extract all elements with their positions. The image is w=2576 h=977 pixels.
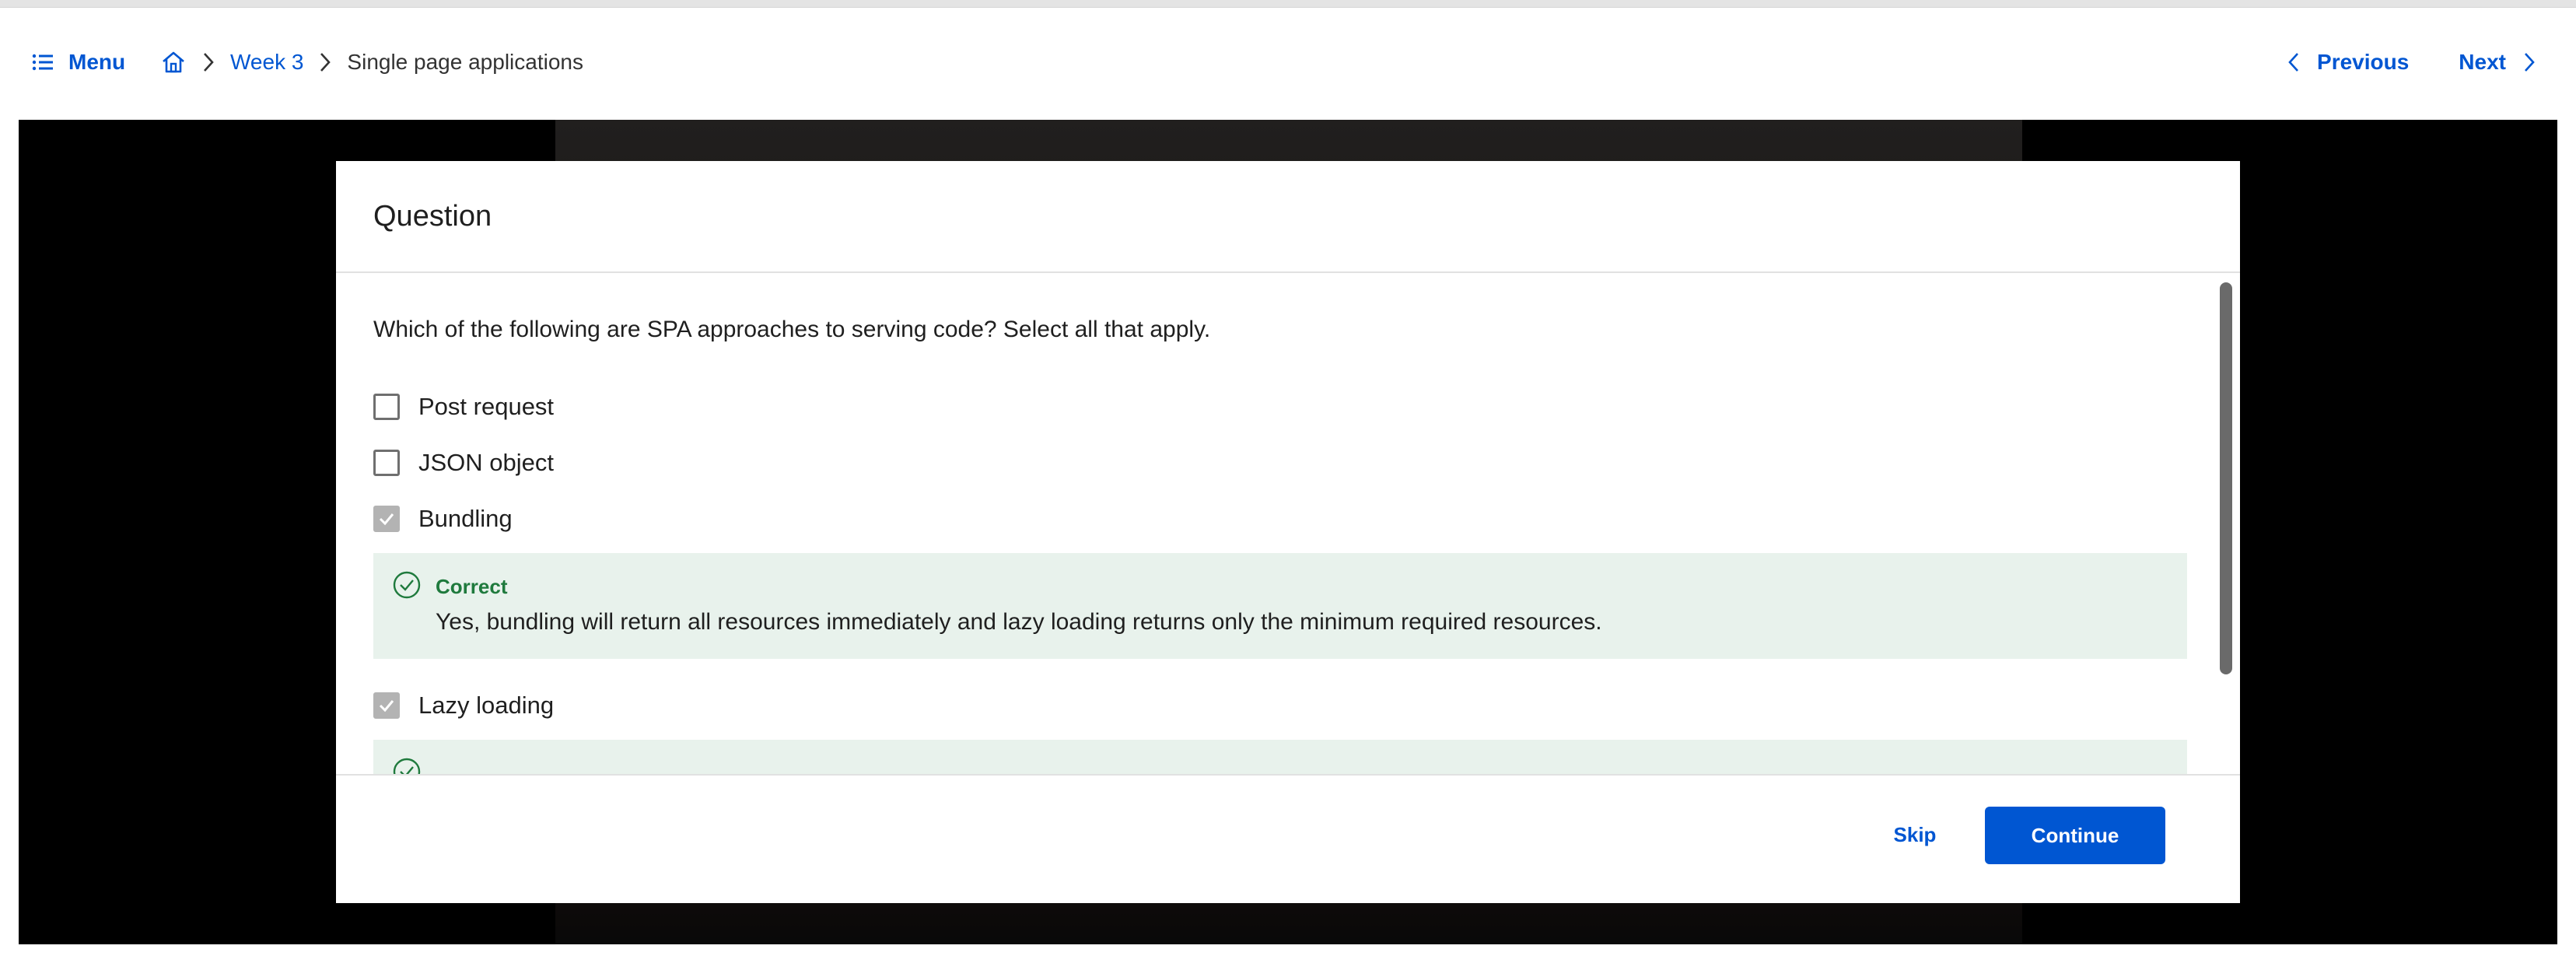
checkbox[interactable] <box>373 394 400 420</box>
option-label: Post request <box>418 393 555 420</box>
feedback-text: Yes, bundling will return all resources … <box>436 609 1602 635</box>
breadcrumb-current: Single page applications <box>347 50 583 74</box>
top-divider <box>0 0 2576 8</box>
checkmark-icon <box>379 513 394 526</box>
continue-button[interactable]: Continue <box>1985 807 2165 864</box>
chevron-right-icon <box>187 51 230 74</box>
checkbox-checked[interactable] <box>373 692 400 719</box>
question-dialog: Question Which of the following are SPA … <box>336 161 2240 903</box>
breadcrumb-week[interactable]: Week 3 <box>230 50 303 75</box>
chevron-left-icon <box>2288 53 2298 72</box>
list-icon <box>32 54 53 71</box>
option-bundling[interactable]: Bundling <box>373 503 513 534</box>
next-button[interactable]: Next <box>2459 50 2537 75</box>
scrollbar[interactable] <box>2220 279 2232 774</box>
option-label: Lazy loading <box>418 692 555 719</box>
next-label: Next <box>2459 50 2506 74</box>
course-topbar: Menu Week 3 Single page applications Pre… <box>0 8 2576 112</box>
previous-button[interactable]: Previous <box>2286 50 2409 75</box>
dialog-footer: Skip Continue <box>336 774 2240 903</box>
menu-label: Menu <box>68 50 126 74</box>
skip-button[interactable]: Skip <box>1865 807 1965 863</box>
option-label: Bundling <box>418 505 513 532</box>
home-icon <box>163 51 184 73</box>
scrollbar-thumb[interactable] <box>2220 282 2232 674</box>
option-json-object[interactable]: JSON object <box>373 447 554 478</box>
dialog-title: Question <box>373 200 492 233</box>
checkbox[interactable] <box>373 450 400 476</box>
option-label: JSON object <box>418 449 555 476</box>
breadcrumb: Week 3 Single page applications <box>160 42 583 82</box>
check-circle-icon <box>393 571 421 599</box>
dialog-body: Which of the following are SPA approache… <box>336 275 2218 774</box>
checkmark-icon <box>379 700 394 713</box>
option-lazy-loading[interactable]: Lazy loading <box>373 690 554 721</box>
lesson-nav: Previous Next <box>2286 42 2537 82</box>
checkbox-checked[interactable] <box>373 506 400 532</box>
previous-label: Previous <box>2317 50 2410 74</box>
chevron-right-icon <box>2525 53 2535 72</box>
option-post-request[interactable]: Post request <box>373 391 554 422</box>
dialog-header: Question <box>336 161 2240 273</box>
home-link[interactable] <box>160 49 187 75</box>
question-prompt: Which of the following are SPA approache… <box>373 317 1211 342</box>
chevron-right-icon <box>303 51 347 74</box>
check-circle-icon <box>393 758 421 774</box>
feedback-status: Correct <box>436 575 508 598</box>
feedback-correct: Correct Yes, bundling will return all re… <box>373 553 2187 659</box>
menu-button[interactable]: Menu <box>31 42 125 82</box>
feedback-correct-partial <box>373 740 2187 774</box>
